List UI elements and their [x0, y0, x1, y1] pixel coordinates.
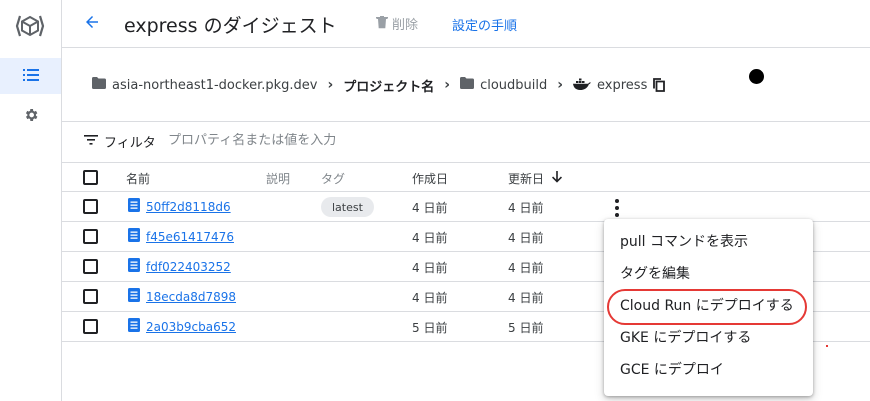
created-cell: 4 日前: [412, 231, 448, 245]
filter-label: フィルタ: [104, 136, 156, 151]
digest-link[interactable]: 50ff2d8118d6: [128, 198, 231, 215]
column-header-name[interactable]: 名前: [126, 170, 150, 187]
chevron-right-icon: ›: [557, 77, 564, 93]
document-icon: [128, 258, 140, 275]
digest-label: f45e61417476: [146, 229, 234, 244]
docker-icon: [573, 77, 591, 94]
menu-item-deploy-gke[interactable]: GKE にデプロイする: [604, 321, 813, 353]
digest-link[interactable]: fdf022403252: [128, 258, 231, 275]
created-cell: 4 日前: [412, 261, 448, 275]
column-header-description: 説明: [266, 172, 291, 186]
digest-label: 50ff2d8118d6: [146, 199, 231, 214]
row-checkbox[interactable]: [83, 289, 98, 304]
folder-icon: [92, 77, 106, 93]
menu-item-deploy-cloud-run[interactable]: Cloud Run にデプロイする: [604, 289, 813, 321]
breadcrumb-project[interactable]: プロジェクト名: [343, 76, 434, 95]
nav-item-repositories[interactable]: [0, 58, 61, 94]
document-icon: [128, 198, 140, 215]
gear-icon: [23, 107, 39, 127]
more-actions-icon[interactable]: [611, 197, 623, 219]
menu-item-deploy-gce[interactable]: GCE にデプロイ: [604, 353, 813, 385]
digest-link[interactable]: 18ecda8d7898: [128, 288, 236, 305]
breadcrumb-host-label: asia-northeast1-docker.pkg.dev: [112, 77, 318, 93]
column-header-created[interactable]: 作成日: [412, 170, 448, 187]
setup-instructions-button[interactable]: 設定の手順: [452, 15, 517, 34]
updated-cell: 4 日前: [508, 201, 544, 215]
breadcrumb: asia-northeast1-docker.pkg.dev › プロジェクト名…: [92, 73, 666, 97]
column-header-updated[interactable]: 更新日: [508, 170, 563, 187]
top-bar: express のダイジェスト 削除 設定の手順: [62, 0, 870, 48]
copy-icon[interactable]: [653, 78, 666, 92]
document-icon: [128, 288, 140, 305]
row-checkbox[interactable]: [83, 319, 98, 334]
nav-item-settings[interactable]: [0, 99, 61, 135]
breadcrumb-host[interactable]: asia-northeast1-docker.pkg.dev: [92, 77, 318, 93]
chevron-right-icon: ›: [327, 77, 334, 93]
breadcrumb-image: express: [573, 77, 647, 94]
delete-button[interactable]: 削除: [376, 14, 418, 33]
filter-input[interactable]: [168, 133, 468, 148]
digest-label: 2a03b9cba652: [146, 319, 236, 334]
created-cell: 4 日前: [412, 291, 448, 305]
nav-rail: [0, 0, 62, 401]
table-row[interactable]: 50ff2d8118d6 latest 4 日前 4 日前: [62, 192, 870, 222]
breadcrumb-repository-label: cloudbuild: [480, 77, 548, 93]
document-icon: [128, 318, 140, 335]
row-checkbox[interactable]: [83, 199, 98, 214]
artifact-registry-logo-icon[interactable]: [14, 10, 46, 42]
trash-icon: [376, 15, 388, 33]
list-icon: [22, 67, 39, 86]
menu-item-edit-tags[interactable]: タグを編集: [604, 257, 813, 289]
section-divider: [62, 121, 870, 122]
filter-bar[interactable]: フィルタ: [84, 132, 156, 151]
breadcrumb-repository[interactable]: cloudbuild: [460, 77, 547, 93]
created-cell: 4 日前: [412, 201, 448, 215]
digest-label: fdf022403252: [146, 259, 231, 274]
folder-icon: [460, 77, 475, 93]
table-header: 名前 説明 タグ 作成日 更新日: [62, 162, 870, 192]
created-cell: 5 日前: [412, 321, 448, 335]
filter-icon: [84, 134, 98, 149]
annotation-dot: [826, 345, 828, 347]
updated-cell: 5 日前: [508, 321, 544, 335]
back-button[interactable]: [78, 10, 106, 38]
arrow-down-icon: [552, 171, 563, 186]
updated-cell: 4 日前: [508, 261, 544, 275]
breadcrumb-image-label: express: [597, 77, 648, 93]
menu-item-show-pull-command[interactable]: pull コマンドを表示: [604, 225, 813, 257]
digest-label: 18ecda8d7898: [146, 289, 237, 304]
chevron-right-icon: ›: [444, 77, 451, 93]
digest-link[interactable]: f45e61417476: [128, 228, 234, 245]
document-icon: [128, 228, 140, 245]
tag-chip[interactable]: latest: [321, 197, 374, 217]
arrow-back-icon: [83, 13, 101, 35]
digest-link[interactable]: 2a03b9cba652: [128, 318, 236, 335]
page-title: express のダイジェスト: [124, 15, 337, 37]
row-checkbox[interactable]: [83, 229, 98, 244]
column-header-updated-label: 更新日: [508, 172, 545, 186]
mouse-cursor: [749, 69, 764, 84]
breadcrumb-project-label: プロジェクト名: [343, 79, 435, 95]
delete-label: 削除: [392, 18, 419, 33]
updated-cell: 4 日前: [508, 291, 544, 305]
column-header-tags: タグ: [321, 172, 346, 186]
row-checkbox[interactable]: [83, 259, 98, 274]
updated-cell: 4 日前: [508, 231, 544, 245]
select-all-checkbox[interactable]: [83, 170, 98, 185]
actions-menu: pull コマンドを表示 タグを編集 Cloud Run にデプロイする GKE…: [604, 219, 813, 396]
